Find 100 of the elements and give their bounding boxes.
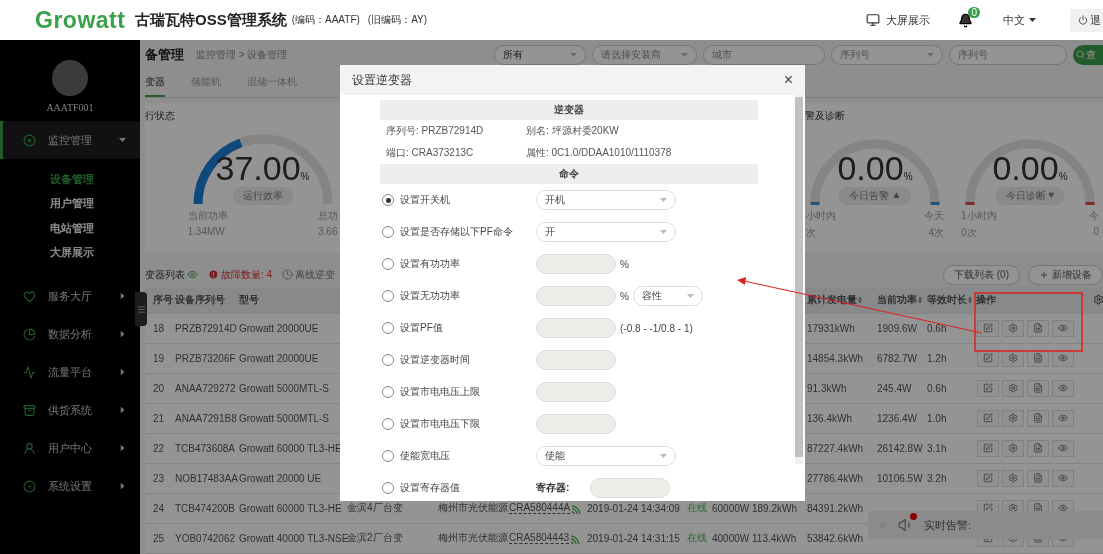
caret-icon bbox=[570, 52, 577, 57]
datalogger-link[interactable]: CRA580444A bbox=[509, 502, 571, 515]
dialog-title: 设置逆变器 bbox=[352, 71, 412, 89]
settings-button[interactable] bbox=[1002, 409, 1024, 427]
report-button[interactable] bbox=[1027, 439, 1049, 457]
filter-select[interactable]: 所有 bbox=[494, 44, 586, 65]
table-cell: 53842.6kWh bbox=[807, 532, 864, 544]
menu-item[interactable]: 供货系统 bbox=[0, 391, 140, 429]
command-select[interactable]: 使能 bbox=[536, 446, 676, 466]
submenu-item[interactable]: 大屏展示 bbox=[0, 240, 140, 265]
table-cell: Growatt 5000MTL-S bbox=[239, 382, 330, 394]
caret-icon bbox=[660, 198, 667, 202]
edit-button[interactable] bbox=[977, 439, 999, 457]
settings-button[interactable] bbox=[1002, 469, 1024, 487]
submenu-item[interactable]: 设备管理 bbox=[0, 167, 140, 192]
view-button[interactable] bbox=[1052, 379, 1074, 397]
logout-button[interactable]: 退 bbox=[1070, 8, 1103, 32]
input-field[interactable] bbox=[536, 350, 616, 370]
edit-button[interactable] bbox=[977, 319, 999, 337]
report-button[interactable] bbox=[1027, 379, 1049, 397]
sidebar-toggle[interactable] bbox=[135, 292, 147, 326]
report-button[interactable] bbox=[1027, 409, 1049, 427]
menu-item[interactable]: 用户中心 bbox=[0, 429, 140, 467]
caret-icon bbox=[120, 292, 125, 300]
table-cell: 14854.3kWh bbox=[807, 352, 864, 364]
sort-icon[interactable] bbox=[918, 295, 922, 304]
bell-icon[interactable] bbox=[958, 12, 973, 28]
language-select[interactable]: 中文 bbox=[1003, 12, 1036, 28]
caret-icon bbox=[927, 52, 934, 57]
table-cell: 21 bbox=[153, 412, 165, 424]
gauge-value: 37.00 bbox=[215, 151, 301, 186]
search-button[interactable]: 查 bbox=[1073, 44, 1103, 65]
gauge-unit: % bbox=[903, 171, 913, 183]
fault-count[interactable]: 故障数量: 4 bbox=[221, 267, 273, 282]
command-select[interactable]: 容性 bbox=[632, 286, 703, 306]
settings-button[interactable] bbox=[1002, 319, 1024, 337]
table-cell: 在线 bbox=[687, 531, 707, 546]
view-button[interactable] bbox=[1052, 439, 1074, 457]
table-cell: 17931kWh bbox=[807, 322, 855, 334]
add-device-button[interactable]: 新增设备 bbox=[1028, 264, 1103, 285]
table-cell: 84391.2kWh bbox=[807, 502, 864, 514]
table-cell: 梅州市光伏能源 bbox=[438, 531, 508, 546]
caret-icon bbox=[120, 482, 125, 490]
command-label: 设置开关机 bbox=[400, 193, 451, 207]
report-button[interactable] bbox=[1027, 469, 1049, 487]
submenu-item[interactable]: 电站管理 bbox=[0, 216, 140, 241]
input-field[interactable] bbox=[590, 478, 670, 498]
table-cell: Growatt 20000 UE bbox=[239, 472, 322, 484]
edit-button[interactable] bbox=[977, 469, 999, 487]
edit-button[interactable] bbox=[977, 409, 999, 427]
card-title: 行状态 bbox=[145, 109, 176, 124]
gauge-mark: ♥ bbox=[1048, 189, 1055, 203]
user-name: AAATF001 bbox=[45, 102, 95, 113]
filter-select[interactable]: 请选择安装商 bbox=[592, 44, 697, 65]
command-select[interactable]: 开机 bbox=[536, 190, 676, 210]
caret-icon bbox=[120, 444, 125, 452]
table-cell: 6782.7W bbox=[877, 352, 918, 364]
register-label: 寄存器: bbox=[536, 481, 571, 495]
unit-text: % bbox=[620, 258, 629, 270]
table-cell: 136.4kWh bbox=[807, 412, 853, 424]
menu-item[interactable]: 监控管理 bbox=[0, 121, 140, 159]
settings-button[interactable] bbox=[1002, 439, 1024, 457]
menu-item[interactable]: 系统设置 bbox=[0, 467, 140, 505]
offline-count[interactable]: 离线逆变 bbox=[295, 267, 336, 282]
sort-icon[interactable] bbox=[968, 295, 972, 304]
table-cell: 40000W bbox=[712, 532, 750, 544]
datalogger-link[interactable]: CRA5804443 bbox=[509, 532, 570, 545]
table-cell: 25 bbox=[153, 532, 165, 544]
command-select[interactable]: 开 bbox=[536, 222, 676, 242]
sort-icon[interactable] bbox=[858, 295, 862, 304]
input-field[interactable] bbox=[536, 318, 616, 338]
menu-icon bbox=[23, 441, 36, 455]
report-button[interactable] bbox=[1027, 319, 1049, 337]
close-button[interactable]: × bbox=[783, 71, 793, 89]
input-field[interactable] bbox=[536, 414, 616, 434]
tab[interactable]: 变器 bbox=[145, 69, 165, 98]
big-screen-link[interactable]: 大屏展示 bbox=[866, 12, 930, 28]
command-label: 设置无功功率 bbox=[400, 289, 461, 303]
command-label: 设置PF值 bbox=[400, 321, 444, 335]
submenu-item[interactable]: 用户管理 bbox=[0, 191, 140, 216]
input-field[interactable] bbox=[536, 286, 616, 306]
view-button[interactable] bbox=[1052, 409, 1074, 427]
menu-item[interactable]: 流量平台 bbox=[0, 353, 140, 391]
system-title: 古瑞瓦特OSS管理系统 bbox=[135, 10, 287, 30]
realtime-alert-label: 实时告警: bbox=[924, 517, 972, 533]
view-button[interactable] bbox=[1052, 469, 1074, 487]
input-field[interactable] bbox=[536, 382, 616, 402]
download-list-button[interactable]: 下载列表 (0) bbox=[943, 264, 1020, 285]
filter-select[interactable]: 序列号 bbox=[831, 44, 943, 65]
table-cell: 1.2h bbox=[927, 352, 947, 364]
logo[interactable]: Growatt bbox=[35, 6, 135, 34]
view-button[interactable] bbox=[1052, 319, 1074, 337]
edit-button[interactable] bbox=[977, 379, 999, 397]
caret-icon bbox=[681, 52, 688, 57]
info-text: 序列号: PRZB72914D bbox=[386, 124, 485, 138]
input-field[interactable] bbox=[536, 254, 616, 274]
settings-button[interactable] bbox=[1002, 379, 1024, 397]
filter-input[interactable]: 城市 bbox=[703, 44, 825, 65]
filter-input[interactable]: 序列号 bbox=[949, 44, 1067, 65]
table-cell: Growatt 40000 TL3-NSE bbox=[239, 532, 349, 544]
